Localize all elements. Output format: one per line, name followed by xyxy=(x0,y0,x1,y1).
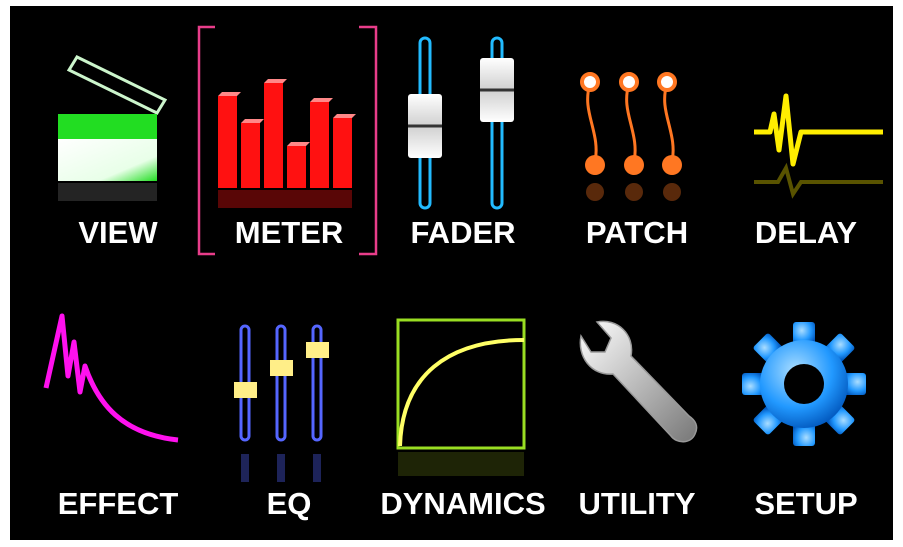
menu-label: DELAY xyxy=(754,215,858,250)
menu-item-effect[interactable]: EFFECT xyxy=(32,286,204,540)
menu-label: METER xyxy=(234,215,344,250)
menu-label: FADER xyxy=(410,215,516,250)
menu-item-setup[interactable]: SETUP xyxy=(720,286,892,540)
menu-item-eq[interactable]: EQ xyxy=(203,286,375,540)
menu-label: SETUP xyxy=(754,486,858,521)
menu-item-meter[interactable]: METER xyxy=(197,22,378,284)
menu-item-patch[interactable]: PATCH xyxy=(551,22,723,284)
menu-item-delay[interactable]: DELAY xyxy=(720,22,892,284)
menu-item-dynamics[interactable]: DYNAMICS xyxy=(377,286,549,540)
menu-item-utility[interactable]: UTILITY xyxy=(551,286,723,540)
menu-item-view[interactable]: VIEW xyxy=(32,22,204,284)
menu-item-fader[interactable]: FADER xyxy=(377,22,549,284)
menu-label: EFFECT xyxy=(57,486,179,521)
menu-label: PATCH xyxy=(585,215,689,250)
menu-label: EQ xyxy=(266,486,312,521)
menu-label: VIEW xyxy=(78,215,158,250)
menu-label: DYNAMICS xyxy=(380,486,546,521)
menu-label: UTILITY xyxy=(578,486,696,521)
main-menu-screen: VIEW METER FADER PATCH DELAY EFFECT EQ D… xyxy=(10,6,893,540)
